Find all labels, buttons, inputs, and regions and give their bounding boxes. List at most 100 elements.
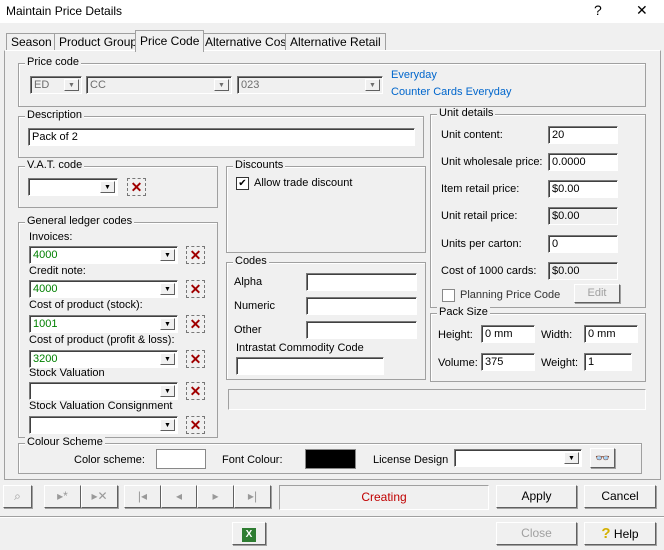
next-icon: ▸ (212, 489, 219, 503)
find-button[interactable]: ⌕ (3, 485, 32, 508)
clear-gl-button[interactable]: ✕ (186, 350, 205, 368)
planning-checkbox[interactable] (442, 289, 455, 302)
chevron-down-icon[interactable]: ▼ (160, 249, 175, 261)
pack-size-legend: Pack Size (437, 306, 490, 318)
delete-record-icon: ▸✕ (91, 489, 108, 503)
find-license-button[interactable]: 👓 (590, 448, 615, 468)
tab-season[interactable]: Season (6, 33, 57, 51)
unit-label: Unit retail price: (441, 210, 518, 222)
clear-gl-button[interactable]: ✕ (186, 315, 205, 333)
description-input[interactable]: Pack of 2 (28, 128, 415, 146)
font-colour-label: Font Colour: (222, 454, 283, 466)
clear-vat-button[interactable]: ✕ (127, 178, 146, 196)
numeric-label: Numeric (234, 300, 275, 312)
clear-gl-button[interactable]: ✕ (186, 416, 205, 434)
gl-value: 3200 (33, 353, 58, 365)
font-colour-swatch[interactable] (305, 449, 356, 469)
next-record-button[interactable]: ▸ (197, 485, 234, 508)
pack-size-group: Pack Size (430, 306, 646, 382)
help-title-button[interactable]: ? (594, 2, 602, 18)
cancel-button[interactable]: Cancel (584, 485, 656, 508)
divider (0, 516, 664, 518)
help-label: Help (613, 527, 639, 541)
previous-record-button[interactable]: ◂ (161, 485, 197, 508)
code-combo[interactable]: 023 ▼ (237, 76, 383, 94)
other-input[interactable] (306, 321, 417, 339)
export-excel-button[interactable]: X (232, 522, 266, 545)
license-design-combo[interactable]: ▼ (454, 449, 582, 467)
season-combo[interactable]: ED ▼ (30, 76, 82, 94)
chevron-down-icon[interactable]: ▼ (365, 79, 380, 91)
tab-alternative-retail[interactable]: Alternative Retail (285, 33, 386, 51)
gl-combo[interactable]: ▼ (29, 382, 178, 400)
unit-input[interactable]: 20 (548, 126, 618, 144)
unit-label: Item retail price: (441, 183, 520, 195)
clear-gl-button[interactable]: ✕ (186, 246, 205, 264)
weight-input[interactable]: 1 (584, 353, 632, 371)
unit-input[interactable]: 0.0000 (548, 153, 618, 171)
previous-icon: ◂ (175, 489, 183, 503)
excel-icon: X (242, 528, 256, 542)
color-scheme-label: Color scheme: (74, 454, 145, 466)
clear-gl-button[interactable]: ✕ (186, 382, 205, 400)
unit-label: Cost of 1000 cards: (441, 265, 537, 277)
delete-record-button[interactable]: ▸✕ (81, 485, 118, 508)
last-record-button[interactable]: ▸| (234, 485, 271, 508)
gl-combo[interactable]: 3200 ▼ (29, 350, 178, 368)
chevron-down-icon[interactable]: ▼ (160, 318, 175, 330)
description-legend: Description (25, 109, 85, 121)
last-icon: ▸| (247, 489, 258, 503)
chevron-down-icon[interactable]: ▼ (160, 353, 175, 365)
gl-label: Invoices: (29, 231, 73, 243)
price-code-legend: Price code (25, 56, 81, 68)
width-label: Width: (541, 329, 573, 341)
alpha-input[interactable] (306, 273, 417, 291)
width-input[interactable]: 0 mm (584, 325, 638, 343)
binoculars-icon: 👓 (595, 451, 610, 465)
new-record-button[interactable]: ▸* (44, 485, 81, 508)
gl-combo[interactable]: 4000 ▼ (29, 246, 178, 264)
chevron-down-icon[interactable]: ▼ (100, 181, 115, 193)
close-button[interactable]: Close (496, 522, 577, 545)
gl-combo[interactable]: 4000 ▼ (29, 280, 178, 298)
allow-trade-label: Allow trade discount (254, 177, 353, 189)
gl-value: 4000 (33, 283, 58, 295)
clear-gl-button[interactable]: ✕ (186, 280, 205, 298)
vat-combo[interactable]: ▼ (28, 178, 118, 196)
tab-alternative-cost[interactable]: Alternative Cost (200, 33, 295, 51)
gl-label: Cost of product (profit & loss): (29, 334, 175, 346)
tab-price-code[interactable]: Price Code (135, 30, 205, 52)
chevron-down-icon[interactable]: ▼ (214, 79, 229, 91)
info-strip (228, 389, 646, 410)
first-record-button[interactable]: |◂ (124, 485, 161, 508)
numeric-input[interactable] (306, 297, 417, 315)
apply-button[interactable]: Apply (496, 485, 577, 508)
chevron-down-icon[interactable]: ▼ (160, 385, 175, 397)
chevron-down-icon[interactable]: ▼ (64, 79, 79, 91)
chevron-down-icon[interactable]: ▼ (564, 452, 579, 464)
season-value: ED (34, 79, 50, 91)
color-scheme-swatch[interactable] (156, 449, 206, 469)
new-record-icon: ▸* (57, 489, 68, 503)
chevron-down-icon[interactable]: ▼ (160, 419, 175, 431)
intrastat-input[interactable] (236, 357, 384, 375)
gl-combo[interactable]: 1001 ▼ (29, 315, 178, 333)
unit-input[interactable]: $0.00 (548, 180, 618, 198)
height-input[interactable]: 0 mm (481, 325, 535, 343)
weight-label: Weight: (541, 357, 579, 369)
volume-input[interactable]: 375 (481, 353, 535, 371)
unit-input[interactable]: 0 (548, 235, 618, 253)
title-bar: Maintain Price Details ? ✕ (0, 0, 664, 23)
edit-button[interactable]: Edit (574, 284, 620, 303)
chevron-down-icon[interactable]: ▼ (160, 283, 175, 295)
season-description: Everyday (391, 69, 437, 81)
close-window-button[interactable]: ✕ (636, 2, 648, 19)
tab-product-group[interactable]: Product Group (54, 33, 143, 51)
allow-trade-checkbox[interactable]: ✔ (236, 177, 249, 190)
gl-combo[interactable]: ▼ (29, 416, 178, 434)
volume-label: Volume: (438, 357, 478, 369)
group-combo[interactable]: CC ▼ (86, 76, 232, 94)
intrastat-label: Intrastat Commodity Code (236, 342, 364, 354)
gl-value: 4000 (33, 249, 58, 261)
help-button[interactable]: ? Help (584, 522, 656, 545)
